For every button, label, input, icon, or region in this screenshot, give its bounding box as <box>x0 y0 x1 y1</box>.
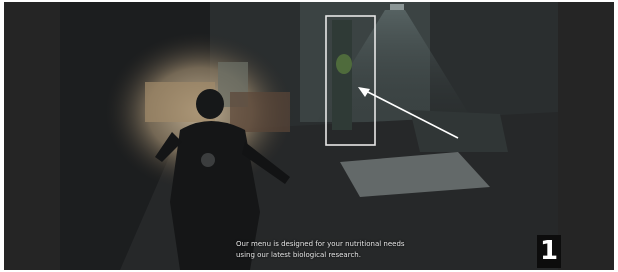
plant-in-vent <box>336 54 352 74</box>
step-number-badge: 1 <box>537 235 561 268</box>
letterbox-right <box>558 2 614 270</box>
letterbox-left <box>4 2 60 270</box>
game-scene <box>60 2 558 270</box>
wooden-desk <box>230 92 290 132</box>
game-viewport <box>60 2 558 270</box>
subtitle-line-2: using our latest biological research. <box>236 251 361 259</box>
counter <box>410 110 508 152</box>
vent-column <box>332 20 352 130</box>
dialogue-subtitle: Our menu is designed for your nutritiona… <box>236 239 466 261</box>
screenshot-frame: Our menu is designed for your nutritiona… <box>0 0 618 272</box>
ceiling-lamp <box>390 4 404 10</box>
subtitle-line-1: Our menu is designed for your nutritiona… <box>236 240 405 248</box>
